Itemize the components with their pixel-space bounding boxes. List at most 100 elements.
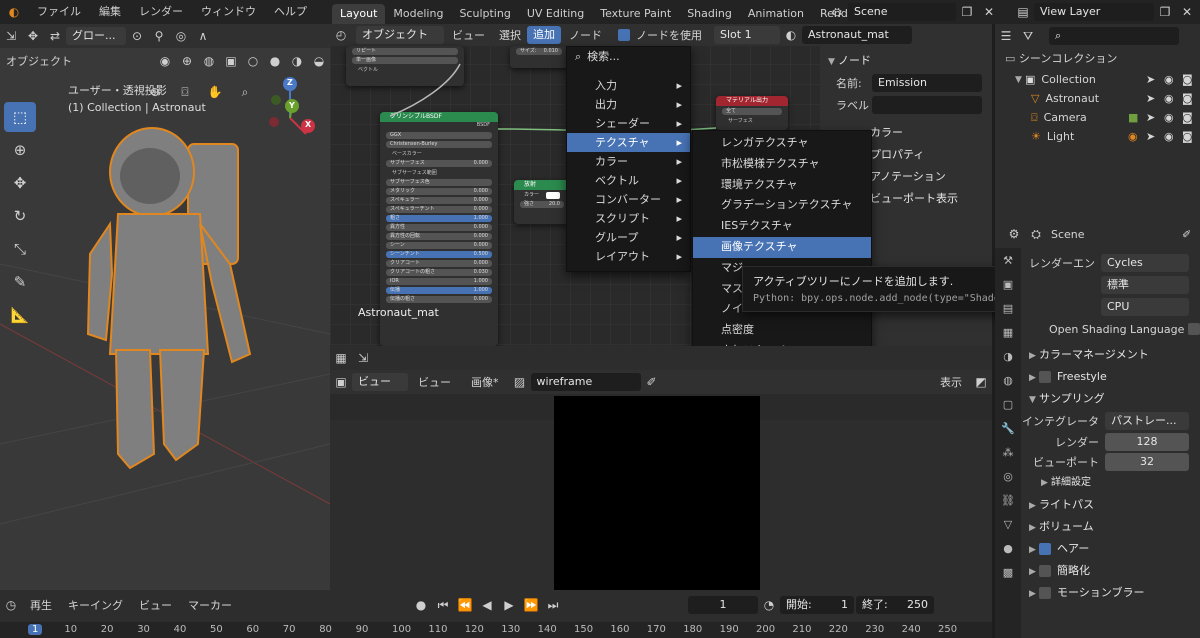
image-name-field[interactable]: wireframe	[530, 373, 641, 391]
outliner-item-astronaut[interactable]: ▽ Astronaut ➤ ◉ ◙	[995, 89, 1200, 108]
render-tab-icon[interactable]: ▣	[995, 272, 1021, 296]
node-mode-dropdown[interactable]: オブジェクト	[356, 26, 444, 44]
texture-menu-item[interactable]: IESテクスチャ	[693, 216, 871, 237]
section-sampling[interactable]: ▼ サンプリング	[1021, 388, 1200, 410]
section-freestyle[interactable]: ▶ Freestyle	[1021, 366, 1200, 388]
editor-type-icon[interactable]: ◴	[330, 25, 352, 45]
bsdf-input-row[interactable]: IOR 1.000	[386, 278, 492, 285]
pin-icon[interactable]: ✐	[1182, 228, 1200, 241]
camera-data-icon[interactable]: ■	[1128, 111, 1146, 124]
move-icon[interactable]: ✥	[4, 168, 36, 198]
outliner-item-camera[interactable]: ⌼ Camera ■ ➤ ◉ ◙	[995, 108, 1200, 127]
bsdf-input-row[interactable]: スペキュラーチント 0.000	[386, 206, 492, 213]
close-icon[interactable]: ✕	[1176, 2, 1198, 22]
blender-logo-icon[interactable]: ◐	[0, 2, 28, 22]
emission-color-row[interactable]: カラー	[520, 192, 564, 199]
shading-render-icon[interactable]: ◒	[308, 51, 330, 71]
tab-modeling[interactable]: Modeling	[385, 4, 451, 24]
node-field[interactable]: サイズ: 0.010	[516, 48, 562, 55]
falloff-icon[interactable]: ∧	[192, 26, 214, 46]
object-tab-icon[interactable]: ▢	[995, 392, 1021, 416]
prev-key-icon[interactable]: ⏪	[454, 595, 476, 615]
bsdf-input-row[interactable]: 異方性 0.000	[386, 224, 492, 231]
tab-uv-editing[interactable]: UV Editing	[519, 4, 592, 24]
texture-menu-item[interactable]: グラデーションテクスチャ	[693, 195, 871, 216]
image-browse-icon[interactable]: ▨	[509, 372, 531, 392]
select-arrow-icon[interactable]: ➤	[1146, 73, 1164, 86]
node-menu-select[interactable]: 選択	[493, 27, 527, 43]
node-menu-add[interactable]: 追加	[527, 26, 561, 44]
node-menu-node[interactable]: ノード	[561, 27, 610, 43]
physics-tab-icon[interactable]: ◎	[995, 464, 1021, 488]
clock-icon[interactable]: ◷	[0, 595, 22, 615]
menu-view[interactable]: ビュー	[131, 597, 180, 613]
bsdf-input-row[interactable]: シーン 0.000	[386, 242, 492, 249]
play-icon[interactable]: ▶	[498, 595, 520, 615]
material-output-node[interactable]: マテリアル出力 全て サーフェス	[716, 96, 788, 130]
menu-render[interactable]: レンダー	[130, 0, 192, 24]
eye-icon[interactable]: ◉	[1164, 130, 1182, 143]
stopwatch-icon[interactable]: ◔	[758, 595, 780, 615]
constraints-tab-icon[interactable]: ⛓	[995, 488, 1021, 512]
scene-collection-row[interactable]: ▭ シーンコレクション	[995, 48, 1200, 70]
shading-wire-icon[interactable]: ○	[242, 51, 264, 71]
outliner-search-input[interactable]: ⌕	[1049, 27, 1179, 45]
camera-restrict-icon[interactable]: ◙	[1182, 73, 1200, 86]
tab-animation[interactable]: Animation	[740, 4, 812, 24]
pin-icon[interactable]: ✐	[641, 372, 663, 392]
output-tab-icon[interactable]: ▤	[995, 296, 1021, 320]
camera-restrict-icon[interactable]: ◙	[1182, 130, 1200, 143]
section-volume[interactable]: ▶ ボリューム	[1021, 516, 1200, 538]
current-frame-field[interactable]: 1	[688, 596, 758, 614]
texture-menu-item[interactable]: レンガテクスチャ	[693, 133, 871, 154]
bsdf-input-row[interactable]: サブサーフェス 0.000	[386, 160, 492, 167]
cursor-icon[interactable]: ⊕	[4, 135, 36, 165]
scene-icon[interactable]: ⛭	[826, 2, 848, 22]
add-menu-item[interactable]: シェーダー ▸	[567, 114, 690, 133]
output-target-dropdown[interactable]: 全て	[722, 108, 782, 115]
jump-start-icon[interactable]: ⏮	[432, 595, 454, 615]
slot-dropdown[interactable]: Slot 1	[714, 26, 780, 44]
feature-set-dropdown[interactable]: 標準	[1101, 276, 1189, 294]
material-tab-icon[interactable]: ●	[995, 536, 1021, 560]
light-data-icon[interactable]: ◉	[1128, 130, 1146, 143]
freestyle-checkbox[interactable]	[1039, 371, 1051, 383]
add-menu-item[interactable]: ベクトル ▸	[567, 171, 690, 190]
visibility-icon[interactable]: ◉	[154, 51, 176, 71]
emission-node[interactable]: 放射 カラー 強さ 20.0	[514, 180, 570, 224]
use-nodes-checkbox[interactable]	[618, 29, 630, 41]
add-menu-item[interactable]: カラー ▸	[567, 152, 690, 171]
section-light-paths[interactable]: ▶ ライトパス	[1021, 494, 1200, 516]
add-menu-item[interactable]: テクスチャ ▸	[567, 133, 690, 152]
device-dropdown[interactable]: CPU	[1101, 298, 1189, 316]
outliner-item-light[interactable]: ☀ Light ◉ ➤ ◉ ◙	[995, 127, 1200, 146]
node-name-field[interactable]: Emission	[872, 74, 982, 92]
world-tab-icon[interactable]: ◍	[995, 368, 1021, 392]
xray-icon[interactable]: ▣	[220, 51, 242, 71]
scene-icon[interactable]: ⛭	[1025, 224, 1047, 244]
section-advanced[interactable]: ▶ 詳細設定	[1021, 472, 1200, 494]
editor-type-icon[interactable]: ⚙	[1003, 224, 1025, 244]
render-samples-field[interactable]: 128	[1105, 433, 1189, 451]
select-arrow-icon[interactable]: ➤	[1146, 111, 1164, 124]
tab-layout[interactable]: Layout	[332, 4, 386, 24]
snap-icon[interactable]: ⚲	[148, 26, 170, 46]
data-tab-icon[interactable]: ▽	[995, 512, 1021, 536]
scene-tab-icon[interactable]: ◑	[995, 344, 1021, 368]
viewport-samples-field[interactable]: 32	[1105, 453, 1189, 471]
bsdf-input-row[interactable]: スペキュラー 0.000	[386, 197, 492, 204]
next-key-icon[interactable]: ⏩	[520, 595, 542, 615]
copy-icon[interactable]: ❐	[1154, 2, 1176, 22]
hand-icon[interactable]: ✋	[200, 82, 230, 102]
add-menu-item[interactable]: 出力 ▸	[567, 95, 690, 114]
record-icon[interactable]: ●	[410, 595, 432, 615]
material-sphere-icon[interactable]: ◐	[780, 25, 802, 45]
menu-marker[interactable]: マーカー	[180, 597, 240, 613]
menu-edit[interactable]: 編集	[90, 0, 130, 24]
section-motion-blur[interactable]: ▶ モーションブラー	[1021, 582, 1200, 604]
gizmo-icon[interactable]: ⊕	[176, 51, 198, 71]
motion-blur-checkbox[interactable]	[1039, 587, 1051, 599]
camera-restrict-icon[interactable]: ◙	[1182, 111, 1200, 124]
image-menu-display[interactable]: 表示	[932, 374, 970, 390]
texture-menu-item[interactable]: 市松模様テクスチャ	[693, 154, 871, 175]
